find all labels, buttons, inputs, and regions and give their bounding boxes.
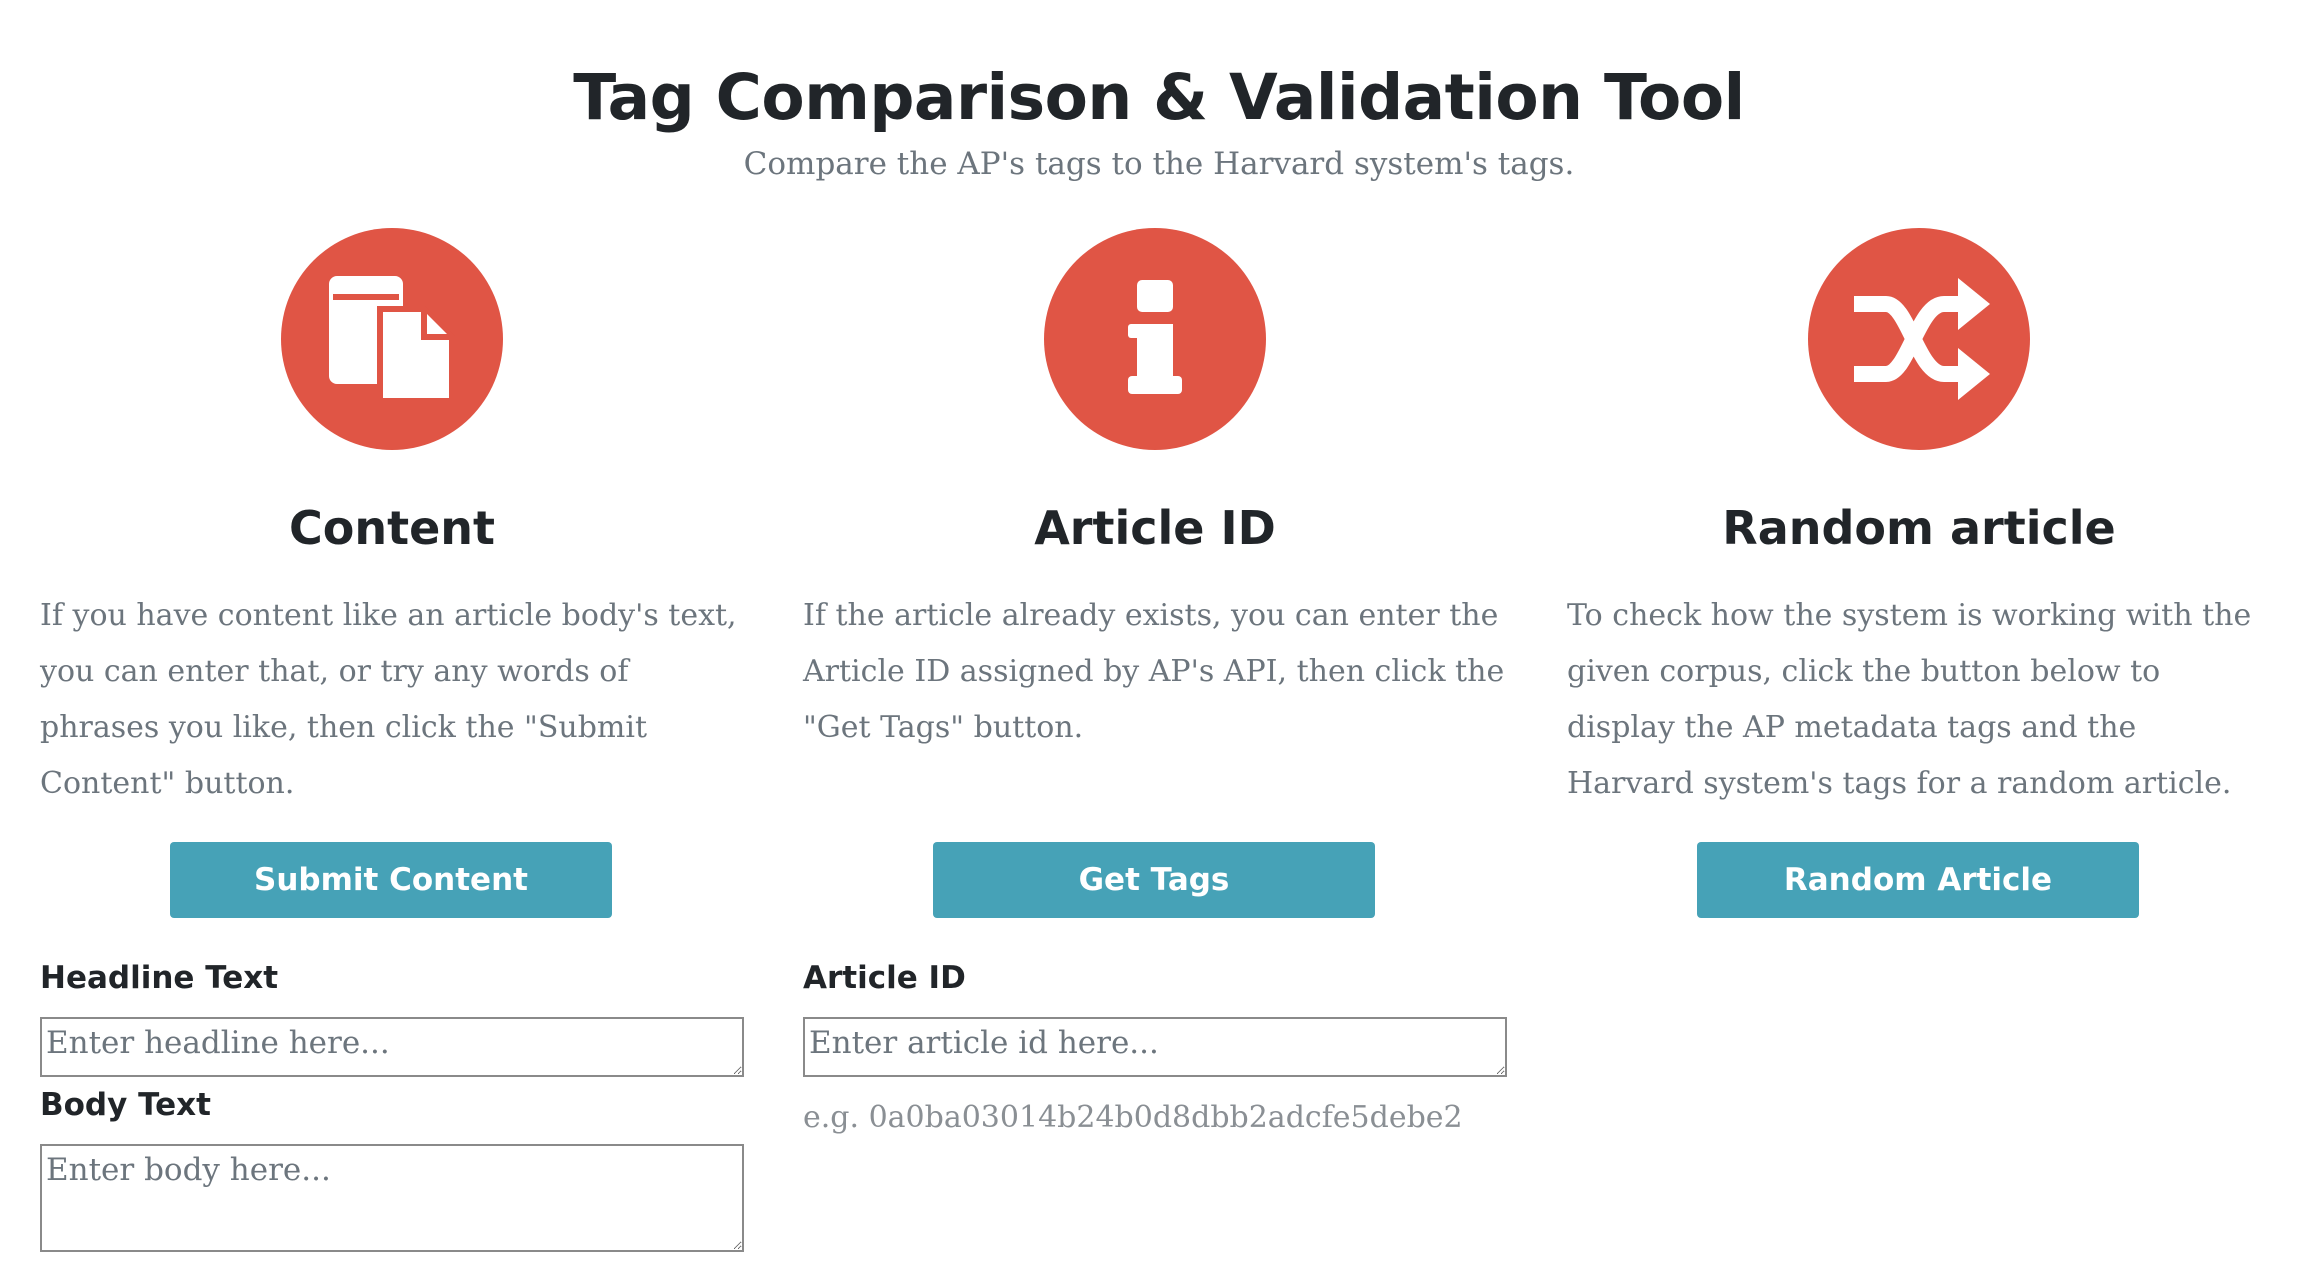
article-id-description: If the article already exists, you can e… bbox=[803, 598, 1505, 745]
shuffle-icon bbox=[1808, 228, 2030, 450]
content-description: If you have content like an article body… bbox=[40, 598, 737, 801]
random-article-column: Random article To check how the system i… bbox=[1567, 228, 2271, 918]
article-id-column: Article ID If the article already exists… bbox=[803, 228, 1507, 1135]
content-column: Content If you have content like an arti… bbox=[40, 228, 744, 1252]
article-id-hint: e.g. 0a0ba03014b24b0d8dbb2adcfe5debe2 bbox=[803, 1100, 1463, 1135]
headline-input[interactable] bbox=[40, 1017, 744, 1077]
body-input[interactable] bbox=[40, 1144, 744, 1252]
random-article-heading: Random article bbox=[1722, 501, 2116, 555]
random-article-button[interactable]: Random Article bbox=[1697, 842, 2139, 918]
info-icon bbox=[1044, 228, 1266, 450]
article-id-heading: Article ID bbox=[1034, 501, 1276, 555]
body-label: Body Text bbox=[40, 1087, 211, 1123]
page-header: Tag Comparison & Validation Tool Compare… bbox=[0, 58, 2318, 184]
article-id-input[interactable] bbox=[803, 1017, 1507, 1077]
content-heading: Content bbox=[288, 501, 496, 555]
headline-label: Headline Text bbox=[40, 960, 279, 996]
document-copy-icon bbox=[281, 228, 503, 450]
submit-content-button[interactable]: Submit Content bbox=[170, 842, 612, 918]
article-id-label: Article ID bbox=[803, 960, 966, 996]
page-subtitle: Compare the AP's tags to the Harvard sys… bbox=[743, 146, 1575, 182]
get-tags-button[interactable]: Get Tags bbox=[933, 842, 1375, 918]
page-title: Tag Comparison & Validation Tool bbox=[573, 61, 1745, 134]
random-article-description: To check how the system is working with … bbox=[1567, 598, 2252, 801]
